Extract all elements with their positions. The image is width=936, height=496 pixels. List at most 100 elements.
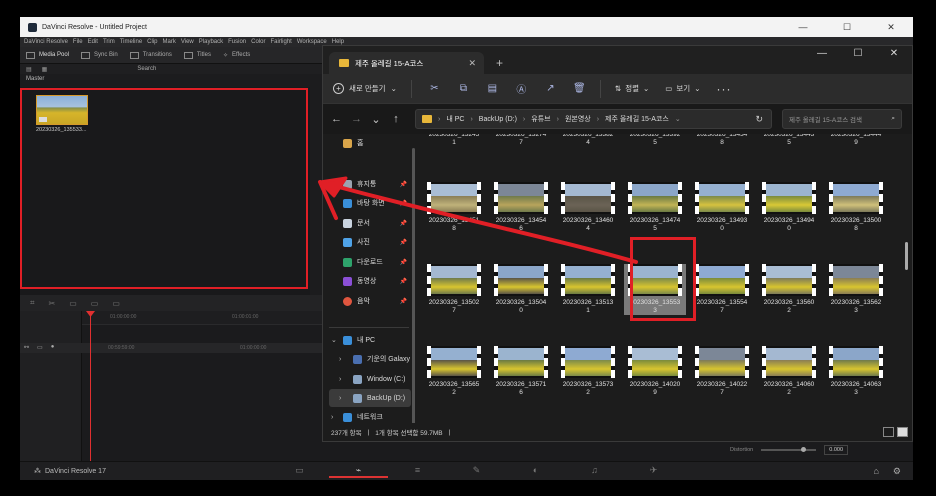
file-item[interactable]: 20230326_13504 0	[490, 264, 552, 315]
expand-chevron-icon[interactable]: ⌄	[331, 336, 337, 344]
maximize-button[interactable]: ☐	[825, 22, 869, 33]
page-edit-icon[interactable]: ≡	[388, 465, 447, 478]
grid-view-icon[interactable]: ▦	[42, 66, 48, 73]
recent-chevron-icon[interactable]: ⌄	[371, 113, 381, 126]
menu-fairlight[interactable]: Fairlight	[270, 39, 291, 45]
playhead[interactable]	[90, 311, 91, 461]
menu-view[interactable]: View	[181, 39, 194, 45]
new-button[interactable]: + 새로 만들기 ⌄	[333, 79, 412, 98]
menu-file[interactable]: File	[73, 39, 83, 45]
share-icon[interactable]: ↗	[536, 83, 565, 94]
media-pool-clip[interactable]: 20230326_135533...	[36, 95, 88, 133]
large-icons-view-icon[interactable]	[897, 427, 908, 437]
new-tab-icon[interactable]: +	[496, 56, 503, 70]
sidebar-item-drive-c[interactable]: › Window (C:)	[329, 370, 411, 388]
file-item[interactable]: 20230326_13565 2	[423, 346, 485, 397]
breadcrumb-current[interactable]: 제주 올레길 15-A코스	[605, 114, 669, 124]
cut-icon[interactable]: ✂	[420, 83, 449, 94]
file-item[interactable]: 20230326_13560 2	[758, 264, 820, 315]
menu-color[interactable]: Color	[251, 39, 265, 45]
forward-arrow-icon[interactable]: →	[351, 113, 362, 125]
explorer-minimize-button[interactable]: —	[804, 48, 840, 59]
breadcrumb-youtube[interactable]: 유튜브	[531, 114, 550, 124]
path-chevron-icon[interactable]: ⌄	[675, 115, 681, 123]
close-button[interactable]: ✕	[869, 22, 913, 33]
blade-tool-icon[interactable]: ✂	[49, 299, 56, 308]
rename-icon[interactable]: Ⓐ	[507, 81, 536, 96]
menu-davinci[interactable]: DaVinci Resolve	[24, 39, 68, 45]
file-item[interactable]: 20230326_13451 8	[423, 182, 485, 233]
file-item[interactable]: 20230326_13474 5	[624, 182, 686, 233]
menu-trim[interactable]: Trim	[103, 39, 115, 45]
menu-fusion[interactable]: Fusion	[228, 39, 246, 45]
page-media-icon[interactable]: ▭	[270, 465, 329, 478]
back-arrow-icon[interactable]: ←	[331, 113, 342, 125]
file-grid-scrollbar[interactable]	[905, 242, 908, 270]
tab-close-icon[interactable]: ✕	[468, 58, 476, 69]
breadcrumb-drive[interactable]: BackUp (D:)	[479, 116, 517, 123]
file-item[interactable]: 20230326_13274 7	[490, 134, 552, 147]
menu-clip[interactable]: Clip	[147, 39, 157, 45]
file-item[interactable]: 20230326_13562 3	[825, 264, 887, 315]
replace-clip-icon[interactable]: ▭	[112, 299, 120, 308]
file-item[interactable]: 20230326_13443 5	[758, 134, 820, 147]
sidebar-item-this-pc[interactable]: ⌄ 내 PC	[329, 331, 411, 349]
file-item[interactable]: 20230326_13571 6	[490, 346, 552, 397]
file-item[interactable]: 20230326_13502 7	[423, 264, 485, 315]
expand-chevron-icon[interactable]: ›	[339, 376, 341, 383]
trim-tool-icon[interactable]: ⌗	[30, 298, 35, 308]
search-input[interactable]: 제주 올레길 15-A코스 검색 ⌕	[782, 109, 902, 129]
file-item[interactable]: 20230326_13392 5	[624, 134, 686, 147]
file-item[interactable]: 20230326_13573 2	[557, 346, 619, 397]
media-pool-button[interactable]: Media Pool	[26, 51, 69, 59]
overwrite-clip-icon[interactable]: ▭	[91, 299, 99, 308]
file-item[interactable]: 20230326_13494 0	[758, 182, 820, 233]
paste-icon[interactable]: ▤	[478, 83, 507, 94]
menu-edit[interactable]: Edit	[88, 39, 98, 45]
sidebar-item-music[interactable]: 음악 📌	[329, 292, 411, 310]
sync-bin-button[interactable]: Sync Bin	[81, 51, 118, 59]
effects-button[interactable]: ✧ Effects	[223, 52, 250, 59]
file-item[interactable]: 20230326_13454 6	[490, 182, 552, 233]
more-options-icon[interactable]: ···	[717, 82, 732, 96]
file-item[interactable]: 20230326_13554 7	[691, 264, 753, 315]
link-icon[interactable]: ⚯	[24, 344, 29, 351]
sidebar-item-documents[interactable]: 문서 📌	[329, 214, 411, 232]
page-deliver-icon[interactable]: ✈	[624, 465, 683, 478]
sidebar-item-galaxy[interactable]: › 기운의 Galaxy	[329, 350, 411, 368]
transitions-button[interactable]: Transitions	[129, 51, 172, 59]
sidebar-item-pictures[interactable]: 사진 📌	[329, 233, 411, 251]
file-item[interactable]: 20230326_14060 2	[758, 346, 820, 397]
file-item[interactable]: 20230326_13245 1	[423, 134, 485, 147]
menu-playback[interactable]: Playback	[199, 39, 223, 45]
distortion-value[interactable]: 0.000	[824, 445, 848, 455]
settings-gear-icon[interactable]: ⚙	[893, 466, 901, 477]
delete-icon[interactable]: 🗑	[565, 83, 594, 94]
file-item[interactable]: 20230326_13460 4	[557, 182, 619, 233]
sidebar-item-videos[interactable]: 동영상 📌	[329, 272, 411, 290]
insert-clip-icon[interactable]: ▭	[69, 299, 77, 308]
refresh-icon[interactable]: ↻	[755, 114, 763, 125]
file-item[interactable]: 20230326_13382 4	[557, 134, 619, 147]
distortion-slider[interactable]	[761, 447, 817, 452]
media-search-field[interactable]: Search	[137, 66, 156, 72]
minimize-button[interactable]: —	[781, 22, 825, 33]
sidebar-item-trash[interactable]: 휴지통 📌	[329, 175, 411, 193]
sidebar-scrollbar[interactable]	[412, 148, 415, 424]
view-button[interactable]: ▭ 보기 ⌄	[665, 83, 700, 94]
breadcrumb-this-pc[interactable]: 내 PC	[446, 114, 464, 124]
address-bar[interactable]: › 내 PC › BackUp (D:) › 유튜브 › 원본영상 › 제주 올…	[415, 109, 772, 129]
explorer-tab[interactable]: 제주 올레길 15-A코스 ✕	[329, 52, 484, 74]
file-item[interactable]: 20230326_13500 8	[825, 182, 887, 233]
home-icon[interactable]: ⌂	[873, 466, 878, 477]
titles-button[interactable]: Titles	[183, 51, 211, 59]
file-item[interactable]: 20230326_13434 8	[691, 134, 753, 147]
page-fusion-icon[interactable]: ✎	[447, 465, 506, 478]
page-color-icon[interactable]: ◐	[506, 465, 565, 478]
sidebar-item-drive-d[interactable]: › BackUp (D:)	[329, 389, 411, 407]
up-arrow-icon[interactable]: ↑	[391, 113, 401, 125]
sidebar-item-home[interactable]: 홈	[329, 134, 411, 152]
file-item[interactable]: 20230326_14063 3	[825, 346, 887, 397]
file-item[interactable]: 20230326_14020 9	[624, 346, 686, 397]
audio-meter-icon[interactable]: ▭	[37, 344, 43, 351]
